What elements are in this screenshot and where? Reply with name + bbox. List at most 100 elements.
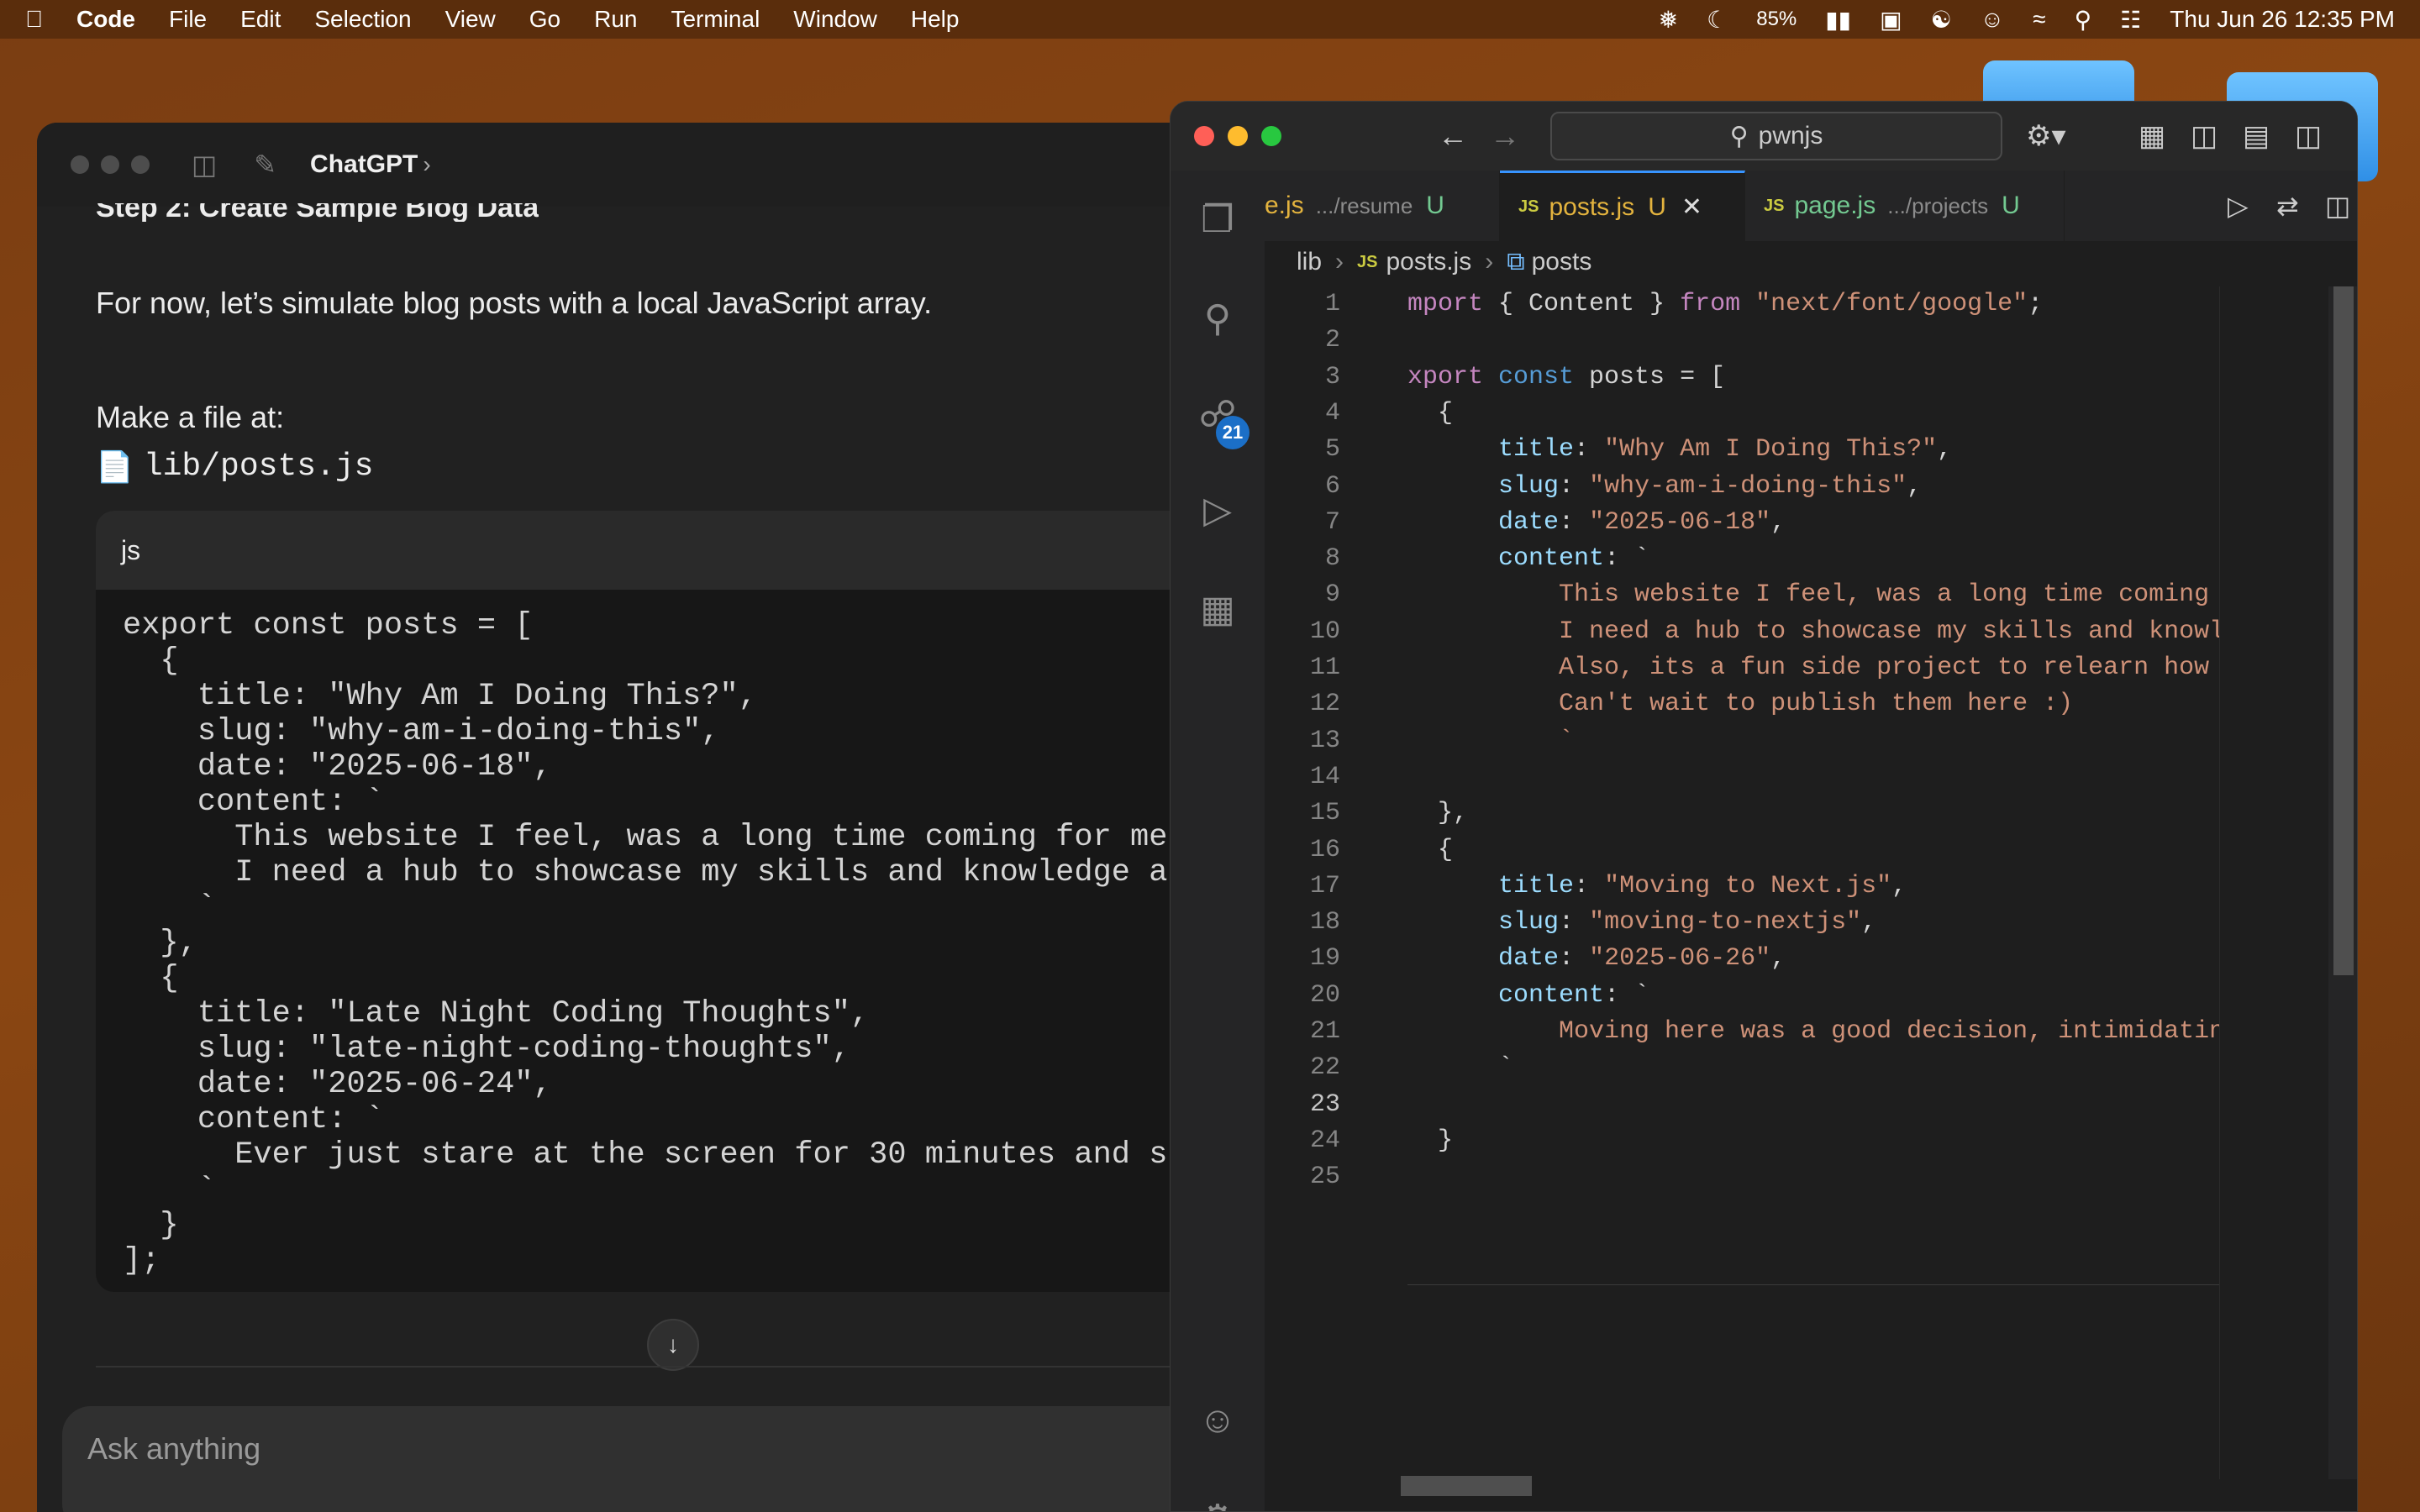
code-line: slug: "late-night-coding-thoughts", bbox=[123, 1032, 850, 1067]
line-number: 23 bbox=[1309, 1089, 1340, 1119]
sidebar-toggle-icon[interactable]: ◫ bbox=[192, 149, 217, 181]
editor-line[interactable]: }, bbox=[1407, 795, 1468, 832]
editor-line[interactable]: { bbox=[1407, 396, 1453, 432]
apple-icon[interactable]:  bbox=[25, 6, 43, 33]
new-chat-icon[interactable]: ✎ bbox=[254, 149, 276, 181]
js-file-icon: JS bbox=[1357, 252, 1378, 271]
vscode-titlebar: ← → ⚲ pwnjs ⚙▾ ▦ ◫ ▤ ◫ bbox=[1171, 102, 2357, 171]
horizontal-scrollbar-thumb[interactable] bbox=[1401, 1476, 1532, 1496]
editor-line[interactable]: ` bbox=[1407, 1050, 1513, 1086]
file-icon: 📄 bbox=[96, 449, 134, 484]
toggle-secondary-sidebar-icon[interactable]: ◫ bbox=[2295, 119, 2322, 153]
tab-path: .../resume bbox=[1315, 192, 1413, 218]
file-path: lib/posts.js bbox=[143, 449, 374, 485]
wifi-icon[interactable]: ≈ bbox=[2033, 6, 2045, 33]
close-window-button[interactable] bbox=[1194, 126, 1214, 146]
tab-projects-page[interactable]: JS page.js .../projects U bbox=[1745, 171, 2065, 241]
customize-layout-icon[interactable]: ▦ bbox=[2139, 119, 2165, 153]
breadcrumb-file[interactable]: posts.js bbox=[1386, 248, 1471, 276]
editor-line[interactable]: ` bbox=[1407, 723, 1574, 759]
editor-line[interactable]: date: "2025-06-18", bbox=[1407, 505, 1786, 541]
back-arrow-icon[interactable]: ← bbox=[1438, 118, 1468, 154]
menu-app-name[interactable]: Code bbox=[76, 6, 135, 33]
search-icon[interactable]: ⚲ bbox=[2075, 6, 2092, 34]
menu-run[interactable]: Run bbox=[594, 6, 637, 33]
explorer-icon[interactable]: ❐ bbox=[1194, 196, 1241, 243]
editor-line[interactable]: title: "Why Am I Doing This?", bbox=[1407, 432, 1952, 468]
code-line: ` bbox=[123, 1173, 217, 1208]
editor-line[interactable]: Moving here was a good decision, intimid… bbox=[1407, 1014, 2239, 1050]
moon-icon[interactable]: ☾ bbox=[1707, 6, 1728, 34]
split-editor-icon[interactable]: ◫ bbox=[2325, 190, 2350, 222]
accessibility-icon[interactable]: ☯ bbox=[1931, 6, 1952, 34]
scroll-down-button[interactable]: ↓ bbox=[647, 1319, 699, 1371]
zoom-window-button[interactable] bbox=[1261, 126, 1281, 146]
menu-window[interactable]: Window bbox=[793, 6, 877, 33]
settings-gear-icon[interactable]: ⚙ bbox=[1194, 1494, 1241, 1512]
search-text: pwnjs bbox=[1758, 122, 1823, 150]
battery-icon[interactable]: ▮▮ bbox=[1825, 6, 1851, 34]
editor-line[interactable]: slug: "why-am-i-doing-this", bbox=[1407, 469, 1922, 505]
toggle-primary-sidebar-icon[interactable]: ◫ bbox=[2191, 119, 2217, 153]
minimize-window-button[interactable] bbox=[101, 155, 119, 174]
copilot-icon[interactable]: ⚙▾ bbox=[2026, 119, 2066, 153]
toggle-panel-icon[interactable]: ▤ bbox=[2243, 119, 2270, 153]
chat-input[interactable]: Ask anything bbox=[62, 1406, 1230, 1512]
tab-label: posts.js bbox=[1549, 192, 1635, 221]
line-number: 25 bbox=[1309, 1163, 1340, 1192]
forward-arrow-icon[interactable]: → bbox=[1490, 118, 1520, 154]
minimap[interactable] bbox=[2219, 286, 2328, 1479]
editor-line[interactable]: slug: "moving-to-nextjs", bbox=[1407, 905, 1876, 941]
battery-percent[interactable]: 85% bbox=[1756, 8, 1797, 31]
breadcrumb-symbol[interactable]: posts bbox=[1532, 248, 1592, 276]
display-icon[interactable]: ▣ bbox=[1880, 6, 1902, 34]
line-number: 17 bbox=[1309, 871, 1340, 900]
extensions-icon[interactable]: ▦ bbox=[1194, 585, 1241, 633]
search-icon[interactable]: ⚲ bbox=[1194, 295, 1241, 342]
code-editor[interactable]: 1 2 3 4 5 6 7 8 9 10 11 12 13 14 15 16 17 18 19 20 21 22 23 24 2… bbox=[1265, 286, 2315, 1479]
control-center-icon[interactable]: ☷ bbox=[2120, 6, 2141, 34]
editor-line[interactable]: } bbox=[1407, 1123, 1453, 1159]
menubar-datetime[interactable]: Thu Jun 26 12:35 PM bbox=[2170, 6, 2395, 33]
close-tab-icon[interactable]: ✕ bbox=[1681, 192, 1702, 222]
account-icon[interactable]: ☺ bbox=[1194, 1397, 1241, 1444]
editor-line[interactable]: { bbox=[1407, 832, 1453, 869]
editor-line[interactable]: This website I feel, was a long time com… bbox=[1407, 577, 2239, 613]
command-center-search[interactable]: ⚲ pwnjs bbox=[1550, 112, 2002, 160]
menu-edit[interactable]: Edit bbox=[240, 6, 281, 33]
menu-help[interactable]: Help bbox=[911, 6, 960, 33]
chatgpt-model-title[interactable]: ChatGPT bbox=[310, 150, 418, 179]
vertical-scrollbar[interactable] bbox=[2328, 286, 2357, 1479]
line-number: 15 bbox=[1309, 799, 1340, 828]
code-line: content: ` bbox=[123, 785, 384, 820]
menu-view[interactable]: View bbox=[445, 6, 496, 33]
zoom-window-button[interactable] bbox=[131, 155, 150, 174]
menu-selection[interactable]: Selection bbox=[314, 6, 411, 33]
editor-line[interactable]: mport { Content } from "next/font/google… bbox=[1407, 286, 2043, 323]
editor-line[interactable]: date: "2025-06-26", bbox=[1407, 941, 1786, 977]
tab-status: U bbox=[1426, 192, 1444, 219]
editor-line[interactable]: content: ` bbox=[1407, 541, 1649, 577]
run-icon[interactable]: ▷ bbox=[2228, 190, 2249, 222]
menu-go[interactable]: Go bbox=[529, 6, 560, 33]
minimize-window-button[interactable] bbox=[1228, 126, 1248, 146]
editor-line[interactable]: title: "Moving to Next.js", bbox=[1407, 869, 1907, 905]
chevron-right-icon[interactable]: › bbox=[423, 151, 430, 178]
editor-line[interactable]: Can't wait to publish them here :) bbox=[1407, 686, 2073, 722]
editor-line[interactable]: content: ` bbox=[1407, 978, 1649, 1014]
chatgpt-status-icon[interactable]: ❅ bbox=[1659, 6, 1678, 34]
run-debug-icon[interactable]: ▷ bbox=[1194, 486, 1241, 533]
breadcrumb-folder[interactable]: lib bbox=[1297, 248, 1322, 276]
line-number: 16 bbox=[1309, 835, 1340, 864]
editor-line[interactable]: xport const posts = [ bbox=[1407, 360, 1725, 396]
user-icon[interactable]: ☺ bbox=[1981, 6, 2005, 33]
menu-terminal[interactable]: Terminal bbox=[671, 6, 760, 33]
close-window-button[interactable] bbox=[71, 155, 89, 174]
compare-changes-icon[interactable]: ⇄ bbox=[2276, 190, 2299, 222]
scrollbar-thumb[interactable] bbox=[2333, 286, 2354, 975]
editor-line[interactable]: Also, its a fun side project to relearn … bbox=[1407, 650, 2239, 686]
editor-line[interactable]: I need a hub to showcase my skills and k… bbox=[1407, 614, 2239, 650]
tab-resume-page[interactable]: e.js .../resume U bbox=[1265, 171, 1500, 241]
menu-file[interactable]: File bbox=[169, 6, 207, 33]
tab-posts-js[interactable]: JS posts.js U ✕ bbox=[1500, 171, 1745, 241]
